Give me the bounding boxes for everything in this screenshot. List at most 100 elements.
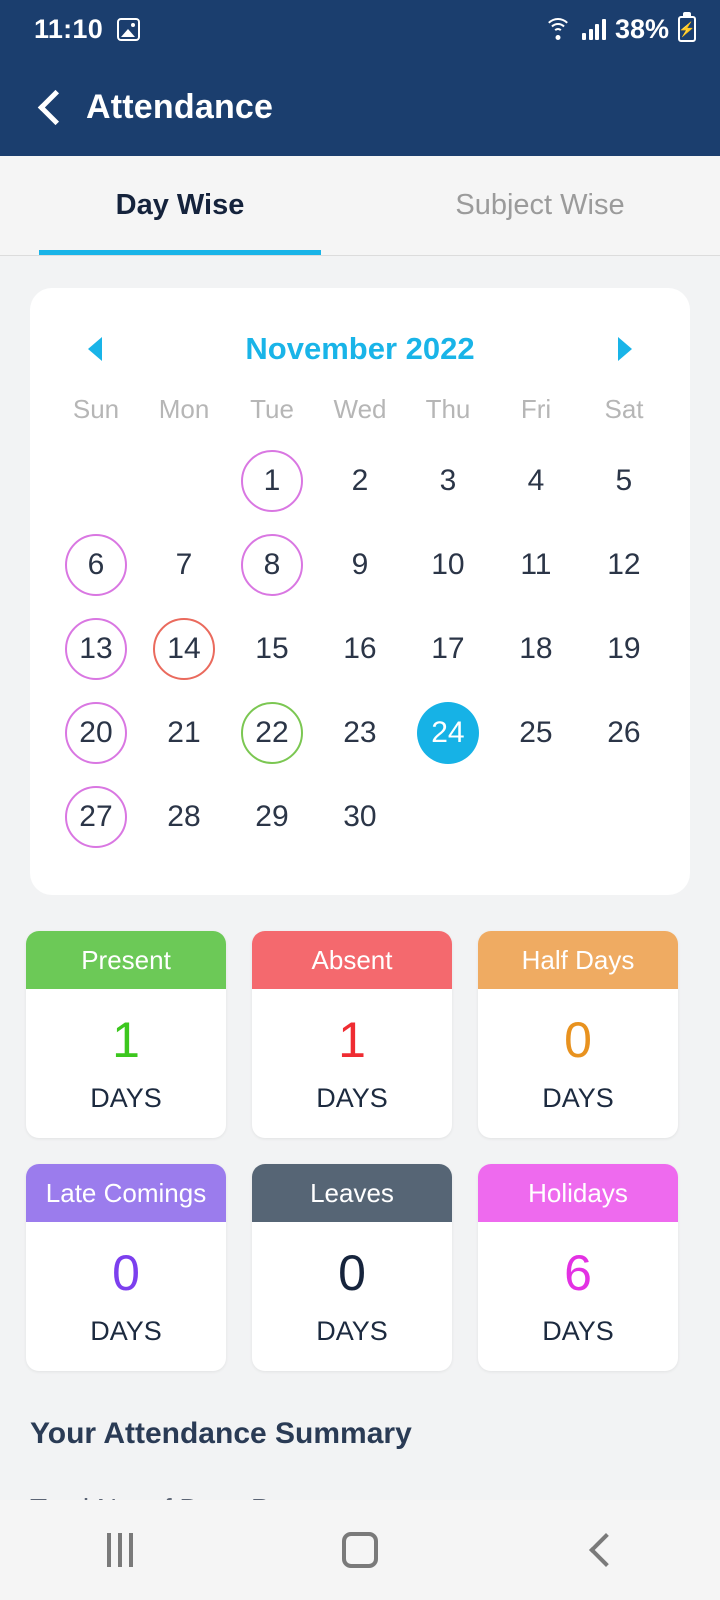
calendar-day-27[interactable]: 27 (64, 786, 127, 848)
calendar-cell: 7 (140, 523, 228, 607)
calendar-cell: 24 (404, 691, 492, 775)
page-title: Attendance (86, 87, 274, 126)
calendar-cell: 9 (316, 523, 404, 607)
stat-card-leaves[interactable]: Leaves 0 DAYS (252, 1164, 452, 1371)
calendar-cell: 20 (52, 691, 140, 775)
wifi-icon (543, 17, 573, 41)
image-icon (117, 17, 141, 41)
stat-card-value: 1 (112, 1012, 140, 1068)
calendar-day-9[interactable]: 9 (329, 534, 391, 596)
app-screen: 11:10 38% ⚡ Attendance Day Wise Subject … (0, 0, 720, 1600)
back-icon (587, 1537, 613, 1563)
calendar-cell: 10 (404, 523, 492, 607)
calendar-day-17[interactable]: 17 (417, 618, 479, 680)
battery-percent: 38% (614, 13, 669, 44)
calendar-day-4[interactable]: 4 (505, 450, 567, 512)
calendar-day-29[interactable]: 29 (241, 786, 303, 848)
stat-card-absent[interactable]: Absent 1 DAYS (252, 931, 452, 1138)
stat-card-late-comings[interactable]: Late Comings 0 DAYS (26, 1164, 226, 1371)
weekday-label-tue: Tue (250, 394, 294, 424)
calendar-cell: 1 (228, 439, 316, 523)
recents-button[interactable] (0, 1533, 240, 1567)
calendar-cell: 21 (140, 691, 228, 775)
tab-day-wise[interactable]: Day Wise (0, 156, 360, 255)
stat-card-value: 1 (338, 1012, 366, 1068)
back-button[interactable] (480, 1537, 720, 1563)
stat-card-value: 0 (338, 1245, 366, 1301)
stat-card-unit: DAYS (542, 1316, 614, 1346)
calendar-day-10[interactable]: 10 (417, 534, 479, 596)
calendar-cell: 27 (52, 775, 140, 859)
stat-card-half-days[interactable]: Half Days 0 DAYS (478, 931, 678, 1138)
stat-card-label: Holidays (478, 1164, 678, 1222)
home-button[interactable] (240, 1532, 480, 1568)
calendar-cell: 14 (140, 607, 228, 691)
tab-subject-wise-label: Subject Wise (455, 189, 625, 221)
calendar-day-26[interactable]: 26 (593, 702, 655, 764)
calendar-day-6[interactable]: 6 (64, 534, 127, 596)
stat-card-present[interactable]: Present 1 DAYS (26, 931, 226, 1138)
chevron-right-icon[interactable] (618, 337, 632, 361)
calendar-day-8[interactable]: 8 (240, 534, 303, 596)
calendar-day-20[interactable]: 20 (64, 702, 127, 764)
calendar-blank-cell (140, 439, 228, 523)
calendar-day-28[interactable]: 28 (153, 786, 215, 848)
tab-day-wise-label: Day Wise (115, 189, 245, 221)
tab-subject-wise[interactable]: Subject Wise (360, 156, 720, 255)
calendar-day-25[interactable]: 25 (505, 702, 567, 764)
calendar-day-21[interactable]: 21 (153, 702, 215, 764)
calendar-cell: 16 (316, 607, 404, 691)
calendar-day-23[interactable]: 23 (329, 702, 391, 764)
calendar-day-7[interactable]: 7 (153, 534, 215, 596)
calendar-cell: 23 (316, 691, 404, 775)
calendar-day-1[interactable]: 1 (240, 450, 303, 512)
stat-card-label: Absent (252, 931, 452, 989)
calendar-day-grid: 1 2 3 4 5 6 7 8 9 10 11 12 13 14 15 16 17 18 19 20 21 22 23 24 2… (52, 439, 668, 859)
calendar-day-14[interactable]: 14 (152, 618, 215, 680)
calendar-cell: 13 (52, 607, 140, 691)
calendar-day-5[interactable]: 5 (593, 450, 655, 512)
stat-card-unit: DAYS (316, 1083, 388, 1113)
calendar-cell: 22 (228, 691, 316, 775)
recents-icon (107, 1533, 133, 1567)
calendar-day-2[interactable]: 2 (329, 450, 391, 512)
calendar-day-22[interactable]: 22 (240, 702, 303, 764)
calendar-day-11[interactable]: 11 (505, 534, 567, 596)
chevron-left-icon[interactable] (88, 337, 102, 361)
calendar-cell: 5 (580, 439, 668, 523)
back-chevron-icon[interactable] (34, 92, 64, 122)
stat-card-value: 0 (112, 1245, 140, 1301)
calendar-cell: 8 (228, 523, 316, 607)
weekday-label-thu: Thu (425, 394, 471, 424)
calendar-day-13[interactable]: 13 (64, 618, 127, 680)
calendar-cell: 17 (404, 607, 492, 691)
calendar-day-24[interactable]: 24 (416, 702, 479, 764)
app-header: Attendance (0, 58, 720, 156)
stat-card-unit: DAYS (90, 1316, 162, 1346)
signal-bars-icon (582, 18, 606, 40)
calendar-day-16[interactable]: 16 (329, 618, 391, 680)
calendar-day-3[interactable]: 3 (417, 450, 479, 512)
stat-card-label: Late Comings (26, 1164, 226, 1222)
calendar-day-19[interactable]: 19 (593, 618, 655, 680)
calendar-cell: 6 (52, 523, 140, 607)
calendar-day-18[interactable]: 18 (505, 618, 567, 680)
calendar-day-12[interactable]: 12 (593, 534, 655, 596)
calendar-cell: 2 (316, 439, 404, 523)
weekday-label-sun: Sun (72, 394, 120, 424)
calendar-day-15[interactable]: 15 (241, 618, 303, 680)
calendar-cell: 4 (492, 439, 580, 523)
android-nav-bar (0, 1500, 720, 1600)
calendar-cell: 30 (316, 775, 404, 859)
stat-card-unit: DAYS (542, 1083, 614, 1113)
calendar-cell: 15 (228, 607, 316, 691)
summary-title: Your Attendance Summary (30, 1417, 412, 1450)
stat-card-label: Leaves (252, 1164, 452, 1222)
status-bar-right: 38% ⚡ (543, 14, 696, 45)
stat-card-label: Present (26, 931, 226, 989)
stat-card-holidays[interactable]: Holidays 6 DAYS (478, 1164, 678, 1371)
calendar-cell: 25 (492, 691, 580, 775)
stat-card-value: 0 (564, 1012, 592, 1068)
calendar-cell: 29 (228, 775, 316, 859)
calendar-day-30[interactable]: 30 (329, 786, 391, 848)
